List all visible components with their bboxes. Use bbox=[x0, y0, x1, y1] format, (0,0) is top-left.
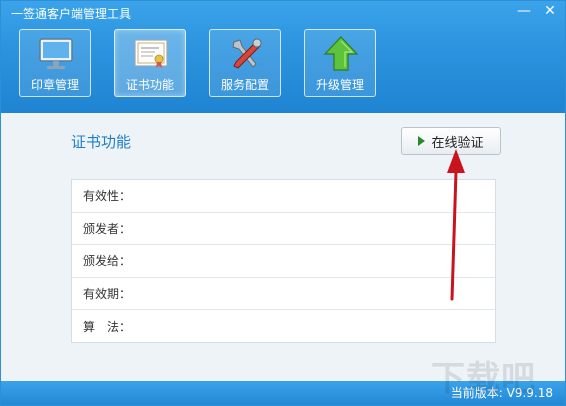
info-row-issuer: 颁发者： bbox=[72, 213, 495, 246]
info-row-validity-period: 有效期： bbox=[72, 278, 495, 311]
play-icon bbox=[418, 136, 426, 146]
field-label: 算 法： bbox=[83, 320, 132, 335]
watermark-logo: 下载吧 bbox=[431, 359, 536, 399]
info-row-issued-to: 颁发给： bbox=[72, 245, 495, 278]
app-window: 一签通客户端管理工具 — ✕ 印章管理 证书功能 服务配置 升级管理 证书功能 … bbox=[0, 0, 566, 406]
field-label: 颁发给： bbox=[83, 254, 132, 269]
toolbar-item-service-config[interactable]: 服务配置 bbox=[209, 29, 281, 97]
field-label: 有效期： bbox=[83, 287, 132, 302]
toolbar-item-label: 证书功能 bbox=[125, 78, 174, 92]
window-controls: — ✕ bbox=[515, 3, 559, 19]
toolbar-item-upgrade[interactable]: 升级管理 bbox=[304, 29, 376, 97]
upgrade-arrow-icon bbox=[323, 36, 359, 71]
main-toolbar: 印章管理 证书功能 服务配置 升级管理 bbox=[19, 29, 399, 97]
online-verify-button[interactable]: 在线验证 bbox=[401, 127, 501, 155]
certificate-icon bbox=[134, 39, 168, 68]
page-title: 证书功能 bbox=[71, 133, 132, 151]
tools-icon bbox=[232, 38, 262, 69]
toolbar-item-label: 服务配置 bbox=[220, 78, 269, 92]
field-label: 有效性： bbox=[83, 189, 132, 204]
window-title: 一签通客户端管理工具 bbox=[11, 7, 132, 21]
monitor-icon bbox=[39, 38, 73, 69]
close-button[interactable]: ✕ bbox=[541, 3, 559, 19]
info-row-validity: 有效性： bbox=[72, 180, 495, 213]
toolbar-item-certificate[interactable]: 证书功能 bbox=[114, 29, 186, 97]
certificate-info-table: 有效性： 颁发者： 颁发给： 有效期： 算 法： bbox=[71, 179, 496, 343]
info-row-algorithm: 算 法： bbox=[72, 310, 495, 343]
field-label: 颁发者： bbox=[83, 221, 132, 236]
toolbar-item-label: 升级管理 bbox=[315, 78, 364, 92]
minimize-button[interactable]: — bbox=[515, 3, 533, 19]
toolbar-item-label: 印章管理 bbox=[30, 78, 79, 92]
online-verify-label: 在线验证 bbox=[431, 135, 484, 151]
main-content: 证书功能 在线验证 有效性： 颁发者： 颁发给： 有效期： 算 法： bbox=[1, 113, 565, 381]
toolbar-item-seal-management[interactable]: 印章管理 bbox=[19, 29, 91, 97]
header-bar: 一签通客户端管理工具 — ✕ 印章管理 证书功能 服务配置 升级管理 bbox=[1, 1, 565, 113]
